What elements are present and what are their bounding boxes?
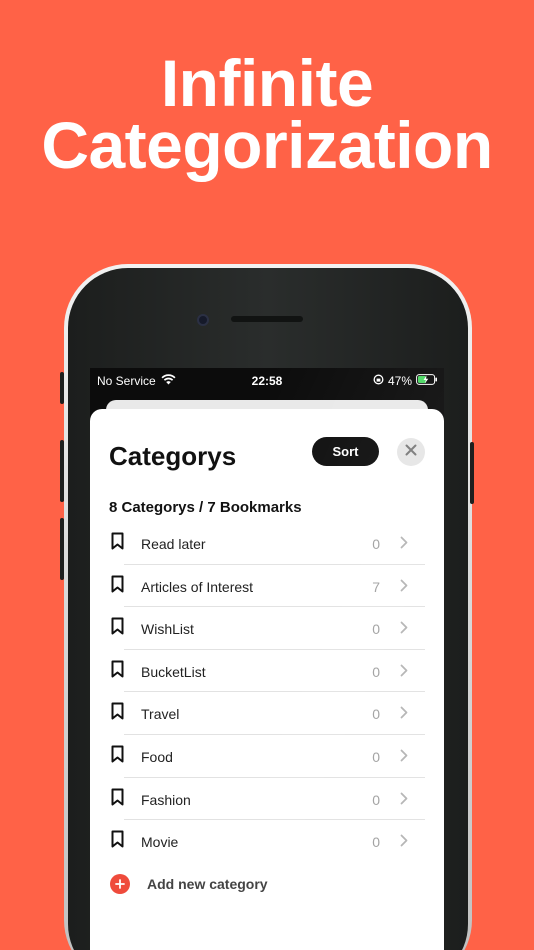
chevron-right-icon bbox=[400, 834, 408, 852]
battery-percent: 47% bbox=[387, 374, 412, 388]
status-bar: No Service 22:58 47% bbox=[90, 368, 444, 394]
chevron-right-icon bbox=[400, 621, 408, 639]
chevron-right-icon bbox=[400, 792, 408, 810]
battery-charging-icon bbox=[416, 374, 438, 388]
category-row[interactable]: Travel 0 bbox=[90, 692, 444, 735]
category-row[interactable]: Read later 0 bbox=[90, 522, 444, 565]
category-count: 0 bbox=[372, 663, 380, 680]
category-count: 0 bbox=[372, 791, 380, 808]
headline-line-1: Infinite bbox=[160, 46, 374, 120]
category-label: Fashion bbox=[141, 791, 191, 808]
orientation-lock-icon bbox=[373, 374, 384, 388]
category-row[interactable]: Movie 0 bbox=[90, 820, 444, 863]
chevron-right-icon bbox=[400, 536, 408, 554]
earpiece-speaker bbox=[231, 316, 303, 322]
chevron-right-icon bbox=[400, 706, 408, 724]
phone-screen: No Service 22:58 47% Categorys Sort 8 Ca… bbox=[90, 368, 444, 950]
category-label: Movie bbox=[141, 834, 179, 851]
category-row[interactable]: WishList 0 bbox=[90, 607, 444, 650]
category-count: 0 bbox=[372, 706, 380, 723]
headline-line-2: Categorization bbox=[41, 108, 493, 182]
categories-sheet: Categorys Sort 8 Categorys / 7 Bookmarks… bbox=[90, 409, 444, 950]
front-camera bbox=[197, 314, 209, 326]
category-count: 0 bbox=[372, 621, 380, 638]
category-row[interactable]: Articles of Interest 7 bbox=[90, 565, 444, 608]
category-row[interactable]: BucketList 0 bbox=[90, 650, 444, 693]
sheet-title: Categorys bbox=[109, 441, 237, 471]
category-count: 0 bbox=[372, 834, 380, 851]
category-label: Food bbox=[141, 748, 173, 765]
bookmark-icon bbox=[111, 788, 124, 811]
chevron-right-icon bbox=[400, 579, 408, 597]
category-row[interactable]: Fashion 0 bbox=[90, 778, 444, 821]
category-count: 7 bbox=[372, 578, 380, 595]
volume-up-button bbox=[60, 440, 64, 502]
volume-down-button bbox=[60, 518, 64, 580]
add-category-button[interactable]: Add new category bbox=[90, 866, 444, 906]
categories-summary: 8 Categorys / 7 Bookmarks bbox=[109, 499, 302, 516]
category-count: 0 bbox=[372, 536, 380, 552]
category-label: WishList bbox=[141, 621, 194, 638]
chevron-right-icon bbox=[400, 664, 408, 682]
category-label: Travel bbox=[141, 706, 180, 723]
plus-icon bbox=[110, 874, 130, 894]
close-button[interactable] bbox=[397, 438, 425, 466]
sort-button[interactable]: Sort bbox=[312, 437, 379, 466]
bookmark-icon bbox=[111, 830, 124, 853]
category-list: Read later 0 Articles of Interest 7 WishList… bbox=[90, 522, 444, 863]
power-button bbox=[470, 442, 474, 504]
bookmark-icon bbox=[111, 532, 124, 555]
category-row[interactable]: Food 0 bbox=[90, 735, 444, 778]
close-icon bbox=[405, 443, 417, 461]
mute-switch bbox=[60, 372, 64, 404]
bookmark-icon bbox=[111, 660, 124, 683]
bookmark-icon bbox=[111, 702, 124, 725]
headline: Infinite Categorization bbox=[0, 46, 534, 182]
bookmark-icon bbox=[111, 575, 124, 598]
category-label: Read later bbox=[141, 536, 206, 552]
category-label: Articles of Interest bbox=[141, 578, 254, 595]
category-label: BucketList bbox=[141, 663, 206, 680]
bookmark-icon bbox=[111, 745, 124, 768]
bookmark-icon bbox=[111, 617, 124, 640]
add-category-label: Add new category bbox=[147, 876, 268, 892]
chevron-right-icon bbox=[400, 749, 408, 767]
category-count: 0 bbox=[372, 748, 380, 765]
